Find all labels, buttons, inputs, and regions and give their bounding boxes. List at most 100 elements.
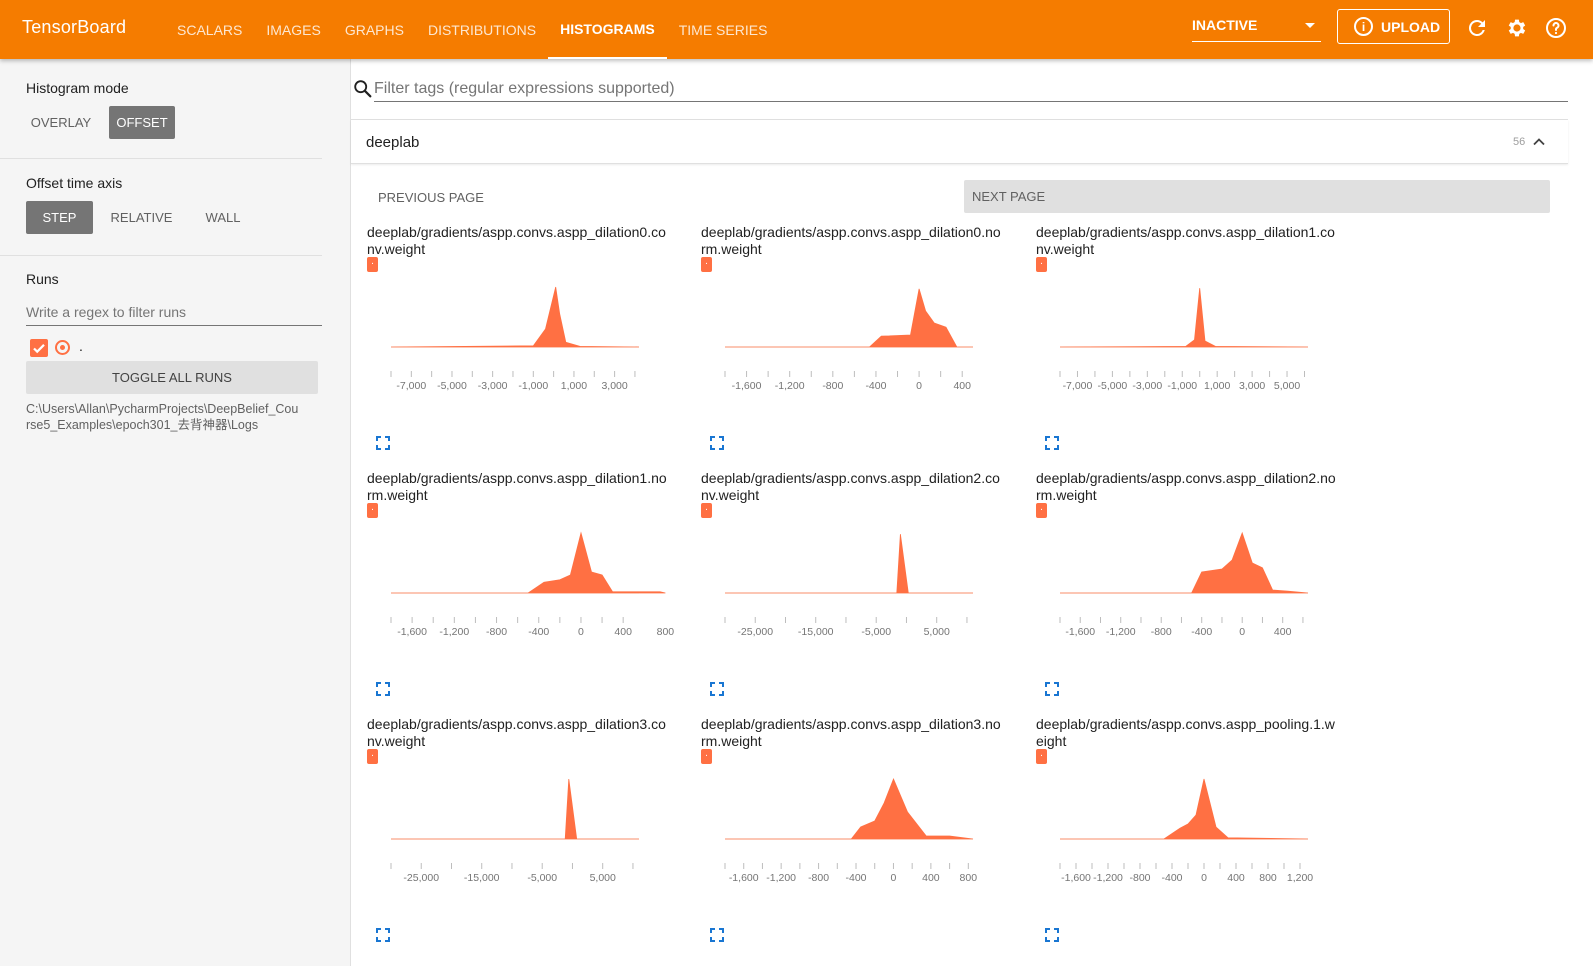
x-tick-label: -3,000 <box>1132 380 1162 392</box>
histogram-chart: -1,600 -1,200 -800 -400 0 400 800 1,200 <box>1059 778 1313 884</box>
histogram-tile: deeplab/gradients/aspp.convs.aspp_dilati… <box>367 470 674 702</box>
previous-page-button[interactable]: PREVIOUS PAGE <box>366 181 965 213</box>
top-app-bar: TensorBoard SCALARS IMAGES GRAPHS DISTRI… <box>0 0 1593 59</box>
x-tick-label: -800 <box>1151 626 1172 638</box>
run-chip: . <box>701 749 712 764</box>
tag-count-badge: 56 <box>1513 136 1526 148</box>
x-tick-label: -1,000 <box>1167 380 1197 392</box>
histogram-chart: -25,000 -15,000 -5,000 5,000 <box>724 534 973 638</box>
x-tick-label: 5,000 <box>1274 380 1300 392</box>
x-tick-label: 400 <box>1227 872 1245 884</box>
run-chip: . <box>701 257 712 272</box>
histogram-title: deeplab/gradients/aspp.convs.aspp_dilati… <box>1036 224 1335 257</box>
tab-distributions[interactable]: DISTRIBUTIONS <box>416 0 548 59</box>
wall-axis-button[interactable]: WALL <box>192 201 254 234</box>
fullscreen-icon[interactable] <box>710 436 724 450</box>
x-tick-label: 400 <box>922 872 940 884</box>
fullscreen-icon[interactable] <box>710 928 724 942</box>
chevron-down-icon <box>1305 23 1315 28</box>
fullscreen-icon[interactable] <box>376 682 390 696</box>
histogram-area <box>725 288 973 348</box>
histogram-tile: deeplab/gradients/aspp.convs.aspp_dilati… <box>701 224 1001 456</box>
x-tick-label: -400 <box>1191 626 1212 638</box>
run-checkbox[interactable] <box>30 339 48 357</box>
x-tick-label: 400 <box>1274 626 1292 638</box>
x-tick-label: 800 <box>657 626 675 638</box>
upload-label: UPLOAD <box>1381 18 1441 35</box>
x-tick-label: 1,200 <box>1287 872 1313 884</box>
x-tick-label: -5,000 <box>1098 380 1128 392</box>
x-tick-label: -3,000 <box>478 380 508 392</box>
fullscreen-icon[interactable] <box>1045 682 1059 696</box>
x-tick-label: -1,200 <box>766 872 796 884</box>
info-icon: i <box>1354 17 1373 36</box>
x-tick-label: -15,000 <box>464 872 500 884</box>
x-tick-label: -800 <box>486 626 507 638</box>
runs-filter-input[interactable]: Write a regex to filter runs <box>26 304 322 326</box>
run-chip: . <box>1036 257 1047 272</box>
divider <box>0 255 322 256</box>
histogram-chart: -1,600 -1,200 -800 -400 0 400 800 <box>390 531 674 638</box>
tab-histograms[interactable]: HISTOGRAMS <box>548 0 667 59</box>
relative-axis-button[interactable]: RELATIVE <box>103 201 180 234</box>
inactive-plugins-dropdown[interactable]: INACTIVE <box>1192 17 1321 42</box>
histogram-chart: -7,000 -5,000 -3,000 -1,000 1,000 3,000 <box>390 286 640 392</box>
fullscreen-icon[interactable] <box>710 682 724 696</box>
offset-mode-button[interactable]: OFFSET <box>109 106 175 139</box>
tab-images[interactable]: IMAGES <box>254 0 332 59</box>
x-tick-label: -25,000 <box>403 872 439 884</box>
x-tick-label: -7,000 <box>396 380 426 392</box>
chevron-up-icon[interactable] <box>1531 134 1547 150</box>
x-tick-label: 1,000 <box>561 380 587 392</box>
x-tick-label: -5,000 <box>861 626 891 638</box>
x-tick-label: 5,000 <box>924 626 950 638</box>
tag-filter-input[interactable]: Filter tags (regular expressions support… <box>374 78 1568 102</box>
fullscreen-icon[interactable] <box>376 436 390 450</box>
x-tick-label: -5,000 <box>437 380 467 392</box>
x-tick-label: 0 <box>916 380 922 392</box>
x-tick-label: -1,600 <box>729 872 759 884</box>
x-tick-label: -400 <box>528 626 549 638</box>
histogram-tile: deeplab/gradients/aspp.convs.aspp_dilati… <box>701 470 1001 702</box>
histogram-title: deeplab/gradients/aspp.convs.aspp_dilati… <box>367 224 666 257</box>
histogram-area <box>1060 778 1309 840</box>
x-tick-label: 0 <box>1239 626 1245 638</box>
tab-graphs[interactable]: GRAPHS <box>333 0 416 59</box>
run-chip: . <box>367 257 378 272</box>
histogram-chart: -25,000 -15,000 -5,000 5,000 <box>390 778 639 884</box>
refresh-icon[interactable] <box>1465 16 1489 40</box>
toggle-all-runs-button[interactable]: TOGGLE ALL RUNS <box>26 361 318 394</box>
histogram-chart: -1,600 -1,200 -800 -400 0 400 800 <box>724 777 978 884</box>
fullscreen-icon[interactable] <box>1045 436 1059 450</box>
x-tick-label: 800 <box>960 872 978 884</box>
nav-tabs: SCALARS IMAGES GRAPHS DISTRIBUTIONS HIST… <box>165 0 779 59</box>
settings-icon[interactable] <box>1504 16 1528 40</box>
tab-time-series[interactable]: TIME SERIES <box>667 0 780 59</box>
x-tick-label: -1,600 <box>397 626 427 638</box>
x-tick-label: 3,000 <box>601 380 627 392</box>
histogram-title: deeplab/gradients/aspp.convs.aspp_dilati… <box>701 224 1001 257</box>
run-color-radio[interactable] <box>55 340 70 355</box>
tag-group-card: deeplab 56 PREVIOUS PAGE NEXT PAGE deepl… <box>351 119 1568 966</box>
x-tick-label: -1,600 <box>1065 626 1095 638</box>
fullscreen-icon[interactable] <box>1045 928 1059 942</box>
next-page-button[interactable]: NEXT PAGE <box>964 180 1550 213</box>
tab-scalars[interactable]: SCALARS <box>165 0 254 59</box>
x-tick-label: 5,000 <box>590 872 616 884</box>
overlay-mode-button[interactable]: OVERLAY <box>26 106 96 139</box>
help-icon[interactable] <box>1544 16 1568 40</box>
x-tick-label: 0 <box>578 626 584 638</box>
run-chip: . <box>1036 749 1047 764</box>
card-header[interactable]: deeplab 56 <box>351 120 1568 164</box>
card-title: deeplab <box>366 134 420 151</box>
upload-button[interactable]: i UPLOAD <box>1337 9 1450 44</box>
histogram-chart: -1,600 -1,200 -800 -400 0 400 <box>1059 531 1309 638</box>
step-axis-button[interactable]: STEP <box>26 201 93 234</box>
x-tick-label: -400 <box>846 872 867 884</box>
run-chip: . <box>367 503 378 518</box>
histogram-area <box>1059 288 1309 348</box>
log-directory: C:\Users\Allan\PycharmProjects\DeepBelie… <box>26 402 299 432</box>
checkmark-icon <box>33 344 45 354</box>
fullscreen-icon[interactable] <box>376 928 390 942</box>
x-tick-label: 400 <box>953 380 971 392</box>
